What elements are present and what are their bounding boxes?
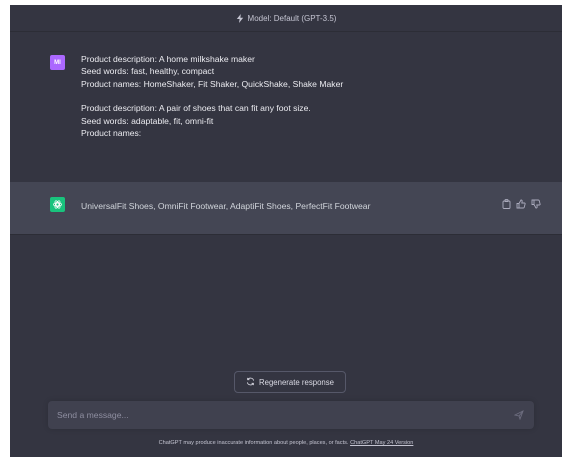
footer-text: ChatGPT may produce inaccurate informati… bbox=[158, 440, 349, 446]
regenerate-label: Regenerate response bbox=[259, 377, 334, 387]
user-line: Product description: A home milkshake ma… bbox=[81, 54, 255, 64]
chat-window: Model: Default (GPT-3.5) MI Product desc… bbox=[10, 5, 562, 457]
send-icon[interactable] bbox=[514, 410, 524, 420]
version-link[interactable]: ChatGPT May 24 Version bbox=[350, 440, 413, 446]
user-line: Seed words: adaptable, fit, omni-fit bbox=[81, 115, 214, 126]
user-line: Seed words: fast, healthy, compact bbox=[81, 66, 215, 77]
user-avatar: MI bbox=[50, 55, 65, 70]
user-message: MI Product description: A home milkshake… bbox=[10, 32, 562, 183]
assistant-message: UniversalFit Shoes, OmniFit Footwear, Ad… bbox=[10, 182, 562, 235]
model-bar: Model: Default (GPT-3.5) bbox=[10, 5, 562, 32]
thumbs-down-icon[interactable] bbox=[531, 199, 541, 209]
regenerate-response-button[interactable]: Regenerate response bbox=[234, 371, 346, 393]
openai-logo-icon bbox=[50, 197, 65, 212]
footer-disclaimer: ChatGPT may produce inaccurate informati… bbox=[10, 440, 562, 446]
assistant-message-text: UniversalFit Shoes, OmniFit Footwear, Ad… bbox=[81, 201, 371, 211]
user-line: Product names: HomeShaker, Fit Shaker, Q… bbox=[81, 78, 344, 89]
user-line: Product names: bbox=[81, 128, 142, 139]
thumbs-up-icon[interactable] bbox=[516, 199, 526, 209]
message-input[interactable] bbox=[57, 407, 497, 423]
lightning-bolt-icon bbox=[236, 13, 244, 23]
user-line: Product description: A pair of shoes tha… bbox=[81, 103, 311, 114]
message-composer bbox=[48, 401, 534, 429]
refresh-icon bbox=[246, 377, 255, 388]
message-actions bbox=[502, 199, 541, 209]
copy-icon[interactable] bbox=[502, 199, 511, 209]
user-avatar-initials: MI bbox=[54, 59, 61, 66]
user-message-text: Product description: A home milkshake ma… bbox=[81, 53, 521, 139]
model-label: Model: Default (GPT-3.5) bbox=[247, 13, 337, 23]
